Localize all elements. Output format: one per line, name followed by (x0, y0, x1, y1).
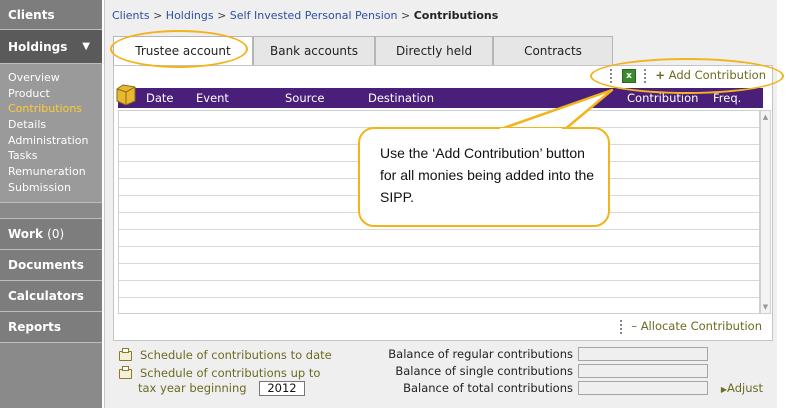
minus-icon: – (631, 319, 638, 333)
breadcrumb-link-sipp[interactable]: Self Invested Personal Pension (230, 9, 398, 22)
sidebar-item-label: Reports (8, 319, 62, 334)
adjust-button[interactable]: ▶Adjust (721, 381, 763, 395)
scroll-down-icon[interactable]: ▼ (761, 302, 770, 312)
schedule-to-date-label: Schedule of contributions to date (140, 348, 332, 362)
balance-single-field (578, 364, 708, 378)
tab-bank-accounts[interactable]: Bank accounts (253, 36, 375, 66)
table-row[interactable] (119, 247, 759, 264)
breadcrumb-separator: > (217, 9, 227, 22)
table-row[interactable] (119, 111, 759, 128)
sidebar-subitem-product[interactable]: Product (0, 86, 102, 102)
sidebar-item-label: Work (8, 226, 43, 241)
tab-directly-held[interactable]: Directly held (375, 36, 493, 66)
sidebar-item-label: Holdings (8, 40, 68, 54)
sidebar-item-calculators[interactable]: Calculators (0, 280, 102, 312)
breadcrumb: Clients > Holdings > Self Invested Perso… (112, 9, 498, 22)
chevron-down-icon: ▼ (82, 41, 90, 52)
schedule-to-date-link[interactable]: Schedule of contributions to date (119, 347, 332, 362)
sidebar-submenu: Overview Product Contributions Details A… (0, 64, 102, 203)
allocate-contribution-button[interactable]: – Allocate Contribution (616, 319, 762, 334)
sidebar-item-reports[interactable]: Reports (0, 311, 102, 343)
tax-year-label: tax year beginning (138, 381, 247, 395)
sidebar-subitem-administration[interactable]: Administration (0, 133, 102, 149)
sidebar-item-label: Clients (8, 8, 55, 22)
breadcrumb-link-clients[interactable]: Clients (112, 9, 150, 22)
schedule-up-to-link[interactable]: Schedule of contributions up to (119, 365, 321, 380)
allocate-contribution-label: Allocate Contribution (640, 319, 762, 333)
balance-total-field (578, 381, 708, 395)
column-header-date[interactable]: Date (146, 91, 174, 105)
highlight-oval-add-contribution (590, 58, 784, 94)
sidebar-subitem-overview[interactable]: Overview (0, 70, 102, 86)
tab-contracts[interactable]: Contracts (493, 36, 613, 66)
sidebar-item-work[interactable]: Work (0) (0, 218, 102, 250)
balance-regular-field (578, 347, 708, 361)
tax-year-input[interactable]: 2012 (259, 381, 305, 396)
callout-text: Use the ‘Add Contribution’ button for al… (380, 145, 595, 205)
breadcrumb-separator: > (400, 9, 411, 22)
table-row[interactable] (119, 281, 759, 298)
printer-icon (119, 365, 132, 379)
vertical-scrollbar[interactable]: ▲ ▼ (760, 110, 771, 314)
balance-total-label: Balance of total contributions (403, 381, 573, 395)
table-row[interactable] (119, 230, 759, 247)
sidebar-subitem-remuneration[interactable]: Remuneration (0, 164, 102, 180)
toolbar-divider (619, 319, 624, 334)
sidebar-item-documents[interactable]: Documents (0, 249, 102, 281)
sidebar-item-clients[interactable]: Clients (0, 0, 102, 30)
column-header-destination[interactable]: Destination (368, 91, 434, 105)
printer-icon (119, 347, 132, 361)
adjust-label: Adjust (727, 381, 763, 395)
sidebar-subitem-tasks[interactable]: Tasks (0, 148, 102, 164)
sidebar-item-holdings[interactable]: Holdings ▼ (0, 30, 102, 64)
sidebar-subitem-submission[interactable]: Submission (0, 180, 102, 196)
sidebar-spacer (0, 202, 102, 219)
folder-icon (116, 84, 136, 106)
column-header-source[interactable]: Source (285, 91, 325, 105)
sidebar-item-label: Documents (8, 257, 84, 272)
balance-single-label: Balance of single contributions (395, 364, 573, 378)
sidebar-item-label: Calculators (8, 288, 84, 303)
sidebar: Clients Holdings ▼ Overview Product Cont… (0, 0, 102, 408)
breadcrumb-link-holdings[interactable]: Holdings (166, 9, 214, 22)
work-count: (0) (47, 226, 65, 241)
schedule-up-to-label: Schedule of contributions up to (140, 366, 321, 380)
sidebar-subitem-details[interactable]: Details (0, 117, 102, 133)
highlight-oval-trustee-tab (110, 30, 248, 68)
footer-panel: Schedule of contributions to date Schedu… (113, 344, 773, 402)
sidebar-subitem-contributions[interactable]: Contributions (0, 101, 102, 117)
breadcrumb-separator: > (153, 9, 163, 22)
breadcrumb-current: Contributions (413, 9, 499, 22)
balance-regular-label: Balance of regular contributions (388, 347, 573, 361)
table-row[interactable] (119, 264, 759, 281)
callout-pointer-join (500, 128, 562, 132)
column-header-event[interactable]: Event (196, 91, 229, 105)
scroll-up-icon[interactable]: ▲ (761, 112, 770, 122)
callout-box: Use the ‘Add Contribution’ button for al… (358, 127, 610, 227)
